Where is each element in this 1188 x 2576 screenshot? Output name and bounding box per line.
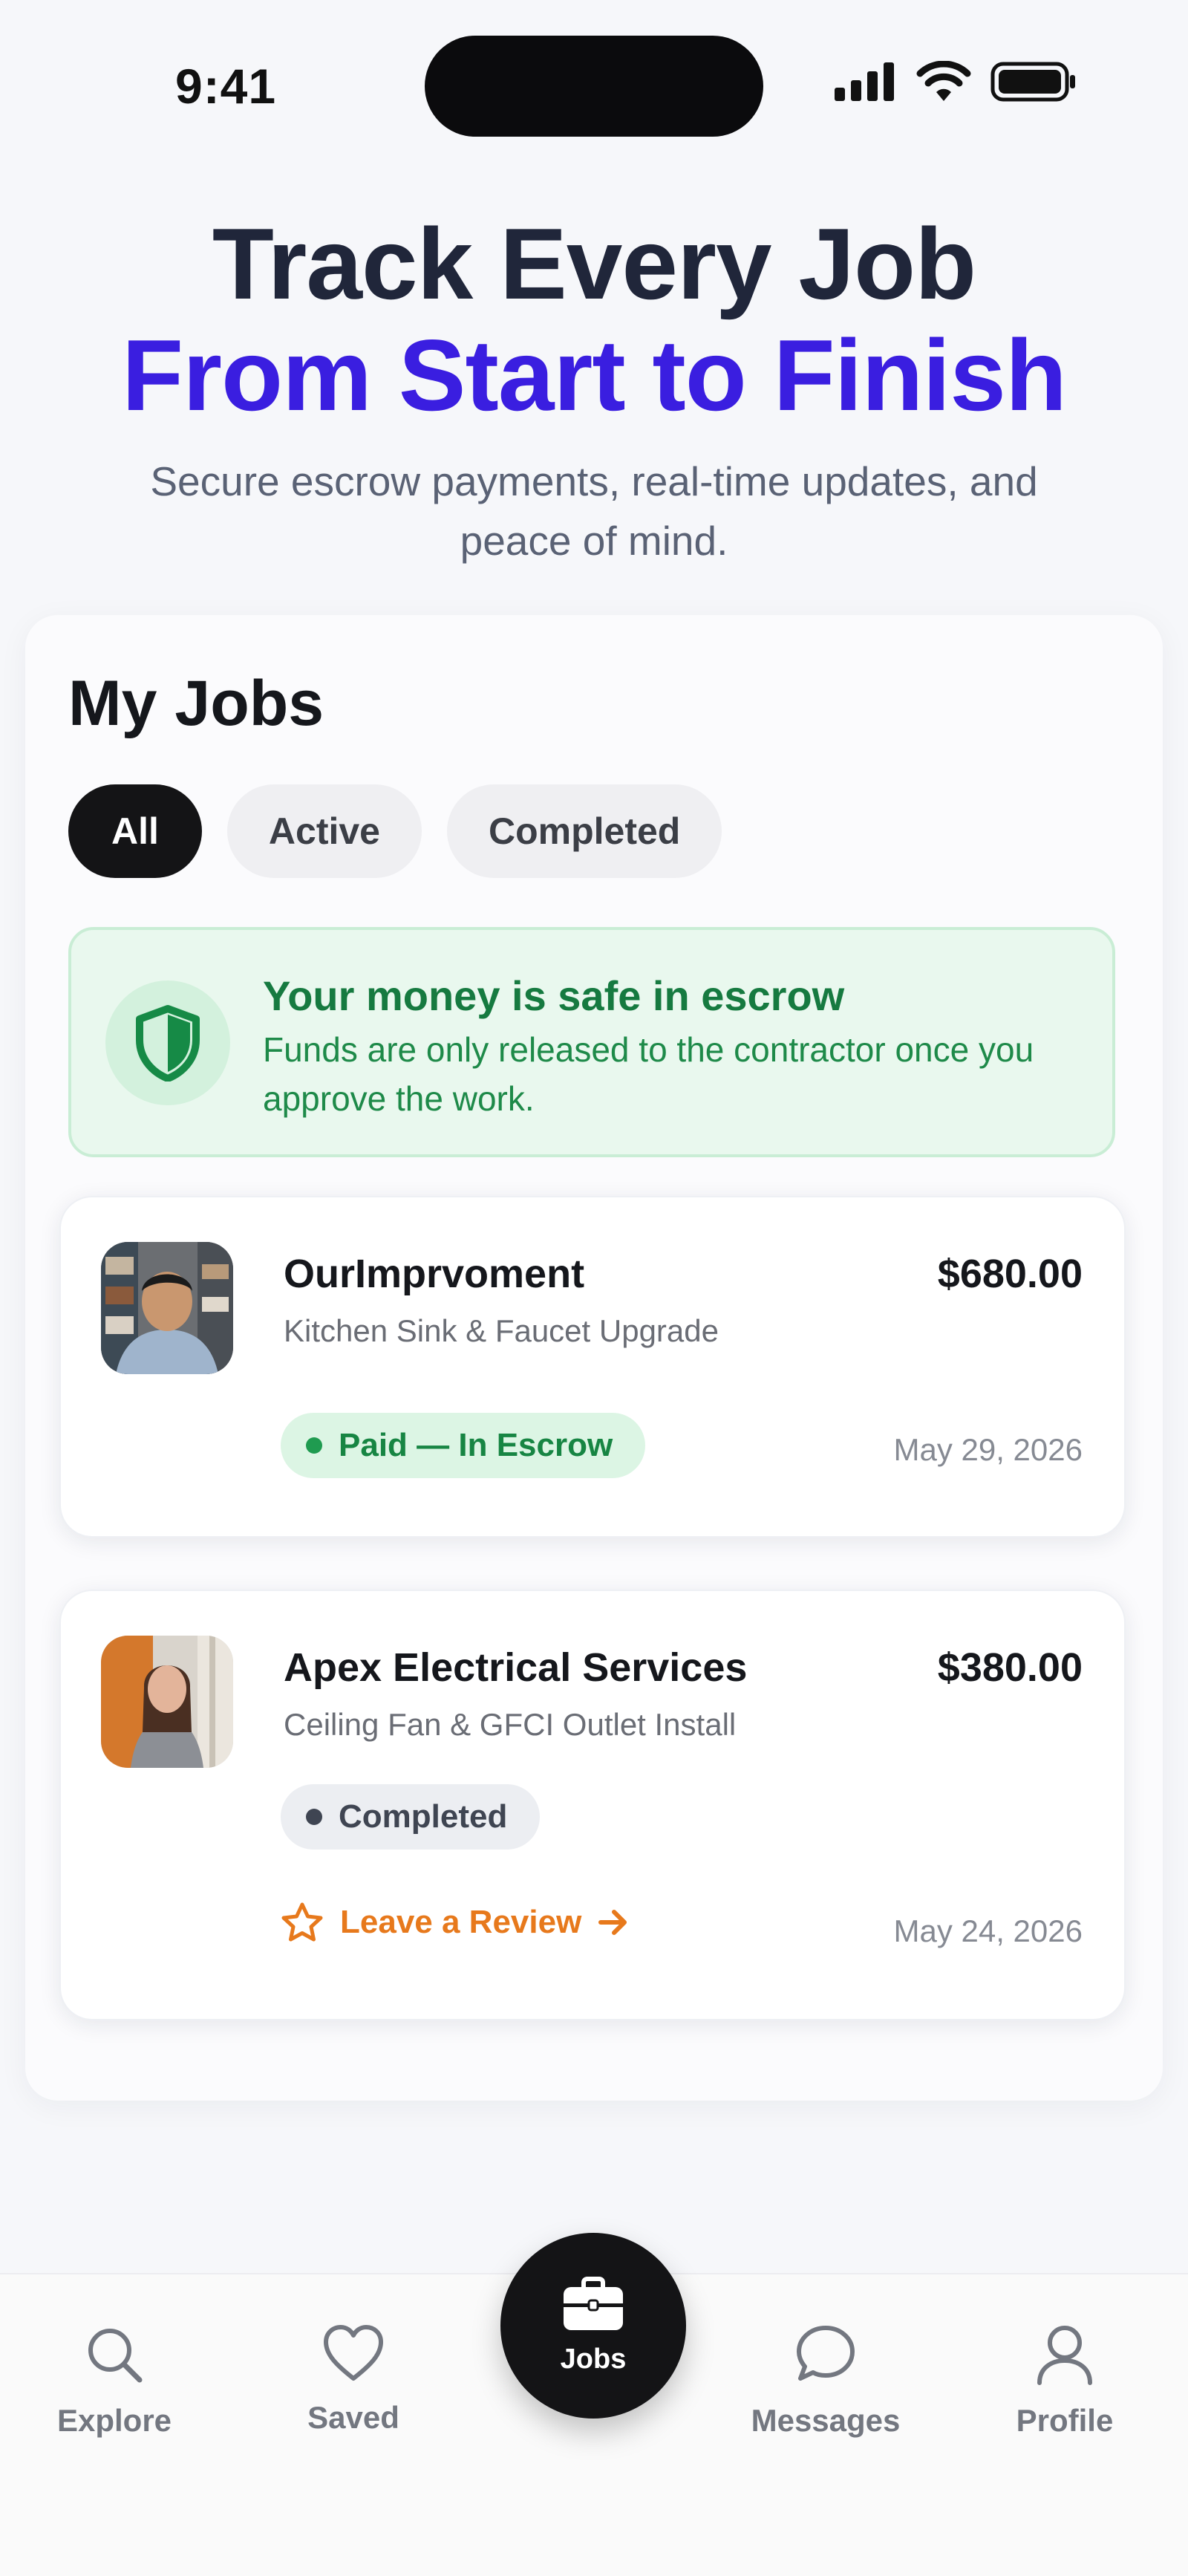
nav-label: Profile — [1016, 2403, 1114, 2438]
user-icon — [1037, 2326, 1092, 2385]
filter-active[interactable]: Active — [226, 784, 422, 878]
hero-title-accent: From Start to Finish — [122, 319, 1067, 432]
bottom-nav: Explore Saved Jobs Messages Profile — [0, 2233, 1188, 2576]
wifi-icon — [916, 61, 971, 101]
job-card[interactable]: OurImprvoment Kitchen Sink & Faucet Upgr… — [59, 1196, 1126, 1538]
filter-all[interactable]: All — [68, 784, 202, 878]
chat-bubble-icon — [797, 2326, 855, 2381]
status-dot — [306, 1809, 322, 1825]
hero: Track Every Job From Start to Finish Sec… — [0, 208, 1188, 570]
page-title: My Jobs — [68, 668, 324, 739]
job-service: Kitchen Sink & Faucet Upgrade — [284, 1313, 719, 1348]
status-badge: Completed — [281, 1784, 541, 1850]
escrow-notice: Your money is safe in escrow Funds are o… — [68, 927, 1115, 1157]
arrow-right-icon — [598, 1910, 627, 1935]
nav-label: Explore — [56, 2403, 172, 2438]
job-service: Ceiling Fan & GFCI Outlet Install — [284, 1707, 737, 1742]
status-badge: Paid — In Escrow — [281, 1413, 646, 1478]
contractor-avatar — [101, 1242, 233, 1374]
job-date: May 29, 2026 — [893, 1432, 1083, 1467]
status-label: Completed — [339, 1798, 508, 1835]
nav-jobs[interactable]: Jobs — [500, 2233, 686, 2419]
escrow-title: Your money is safe in escrow — [263, 972, 845, 1019]
status-dot — [306, 1437, 322, 1454]
nav-label: Saved — [307, 2400, 399, 2435]
contractor-name: OurImprvoment — [284, 1252, 585, 1296]
leave-review-link[interactable]: Leave a Review — [281, 1902, 630, 1943]
job-price: $680.00 — [937, 1252, 1083, 1296]
hero-title: Track Every Job — [212, 207, 976, 320]
jobs-panel: My Jobs All Active Completed Your money … — [25, 615, 1163, 2101]
status-label: Paid — In Escrow — [339, 1427, 613, 1463]
dynamic-island — [425, 36, 763, 137]
nav-profile[interactable]: Profile — [968, 2323, 1161, 2439]
nav-label: Messages — [751, 2403, 901, 2438]
shield-icon — [136, 1005, 200, 1082]
status-bar: 9:41 — [0, 0, 1188, 149]
search-icon — [88, 2329, 143, 2383]
escrow-body: Funds are only released to the contracto… — [263, 1030, 1034, 1118]
job-card[interactable]: Apex Electrical Services Ceiling Fan & G… — [59, 1590, 1126, 2020]
battery-icon — [990, 62, 1075, 102]
job-price: $380.00 — [937, 1645, 1083, 1690]
briefcase-icon — [564, 2276, 623, 2330]
hero-subtitle: Secure escrow payments, real-time update… — [150, 458, 1038, 564]
status-icons — [835, 61, 1077, 103]
escrow-badge — [105, 980, 230, 1105]
job-date: May 24, 2026 — [893, 1913, 1083, 1948]
filter-tabs: All Active Completed — [68, 784, 722, 878]
nav-explore[interactable]: Explore — [18, 2323, 211, 2439]
nav-saved[interactable]: Saved — [257, 2323, 450, 2436]
nav-messages[interactable]: Messages — [729, 2323, 922, 2439]
heart-icon — [324, 2325, 383, 2381]
star-icon — [281, 1902, 323, 1942]
nav-label: Jobs — [560, 2343, 627, 2375]
status-time: 9:41 — [175, 59, 277, 114]
cellular-signal-icon — [835, 62, 894, 101]
review-label: Leave a Review — [340, 1904, 582, 1940]
contractor-avatar — [101, 1636, 233, 1768]
contractor-name: Apex Electrical Services — [284, 1645, 748, 1690]
filter-completed[interactable]: Completed — [446, 784, 722, 878]
